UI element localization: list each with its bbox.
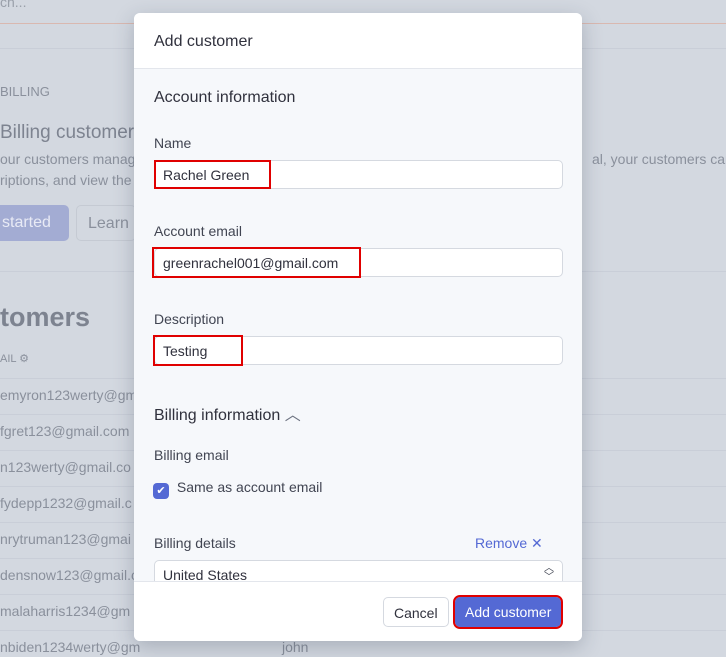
table-row[interactable]: nrytruman123@gmai — [0, 531, 131, 547]
checkbox-label: Same as account email — [176, 479, 323, 495]
checkbox-checked-icon: ✔ — [153, 483, 169, 499]
table-row[interactable]: fydepp1232@gmail.c — [0, 495, 132, 511]
highlight-box — [154, 160, 271, 189]
cancel-button[interactable]: Cancel — [383, 597, 449, 627]
account-section-title: Account information — [154, 89, 296, 106]
column-label: AIL — [0, 353, 17, 365]
customer-name-cell: john — [282, 639, 309, 655]
learn-more-button[interactable]: Learn — [76, 205, 136, 241]
chevron-updown-icon: ︿ ﹀ — [544, 563, 554, 582]
get-started-button[interactable]: started — [0, 205, 69, 241]
name-label: Name — [154, 135, 192, 151]
table-row[interactable]: malaharris1234@gm — [0, 603, 130, 619]
chevron-up-icon: ︿ — [284, 407, 301, 424]
remove-billing-button[interactable]: Remove ✕ — [475, 535, 543, 552]
table-row[interactable]: fgret123@gmail.com — [0, 423, 129, 439]
section-label: BILLING — [0, 84, 50, 99]
highlight-box — [153, 335, 243, 366]
billing-section-title: Billing information — [154, 407, 281, 424]
customers-title: tomers — [0, 302, 91, 332]
description-text: al, your customers can — [592, 151, 726, 167]
table-row[interactable]: densnow123@gmail.c — [0, 567, 138, 583]
gear-icon[interactable]: ⚙ — [19, 353, 29, 365]
email-column-header[interactable]: AIL ⚙ — [0, 352, 29, 365]
billing-email-label: Billing email — [154, 447, 229, 463]
highlight-box — [152, 247, 361, 278]
email-label: Account email — [154, 223, 242, 239]
description-label: Description — [154, 311, 225, 327]
description-text: riptions, and view the — [0, 172, 132, 188]
add-customer-modal: Add customer Account information Name Ac… — [134, 13, 582, 641]
add-customer-button[interactable]: Add customer — [452, 595, 564, 629]
table-row[interactable]: n123werty@gmail.co — [0, 459, 131, 475]
country-value: United States — [163, 567, 248, 581]
page-heading: Billing customer — [0, 122, 135, 143]
same-as-account-checkbox[interactable]: ✔ Same as account email — [153, 479, 322, 499]
description-text: our customers manag — [0, 151, 136, 167]
table-row[interactable]: nbiden1234werty@gm — [0, 639, 140, 655]
country-select[interactable]: United States ︿ ﹀ — [154, 560, 563, 581]
billing-details-label: Billing details — [154, 535, 236, 551]
close-icon: ✕ — [531, 535, 543, 551]
table-row[interactable]: emyron123werty@gm — [0, 387, 137, 403]
modal-title: Add customer — [134, 13, 582, 69]
remove-label: Remove — [475, 535, 528, 551]
search-input[interactable]: ch... — [0, 0, 26, 10]
billing-section-toggle[interactable]: Billing information ︿ — [154, 401, 301, 425]
